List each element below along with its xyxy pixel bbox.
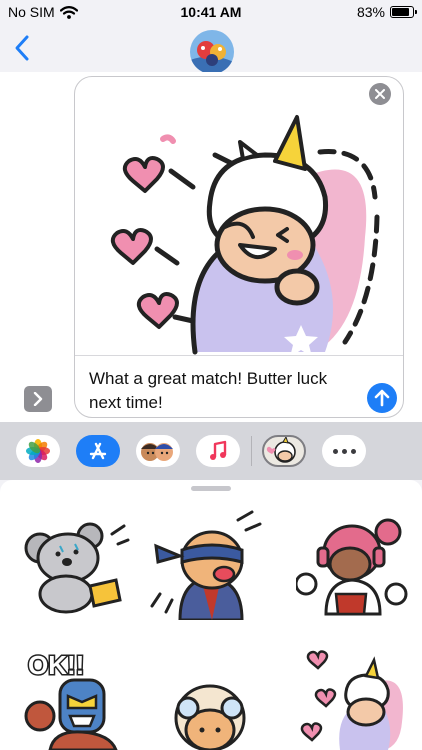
- message-area: What a great match! Butter luck next tim…: [0, 72, 422, 422]
- sticker-drawer: OK!!: [0, 480, 422, 750]
- battery-icon: [390, 6, 417, 18]
- chevron-left-icon[interactable]: [12, 34, 32, 62]
- app-strip: [0, 422, 422, 480]
- strip-separator: [251, 436, 252, 466]
- conversation-header: [0, 26, 422, 74]
- masked-bandit-sticker[interactable]: [150, 510, 270, 620]
- message-input[interactable]: What a great match! Butter luck next tim…: [89, 367, 344, 415]
- unicorn-hearts-sticker[interactable]: [296, 642, 412, 750]
- app-store-a-icon: [89, 442, 107, 460]
- close-icon: [375, 89, 385, 99]
- ellipsis-icon: [332, 448, 356, 454]
- avatar-illustration: [190, 30, 234, 74]
- battery-group: 83%: [356, 4, 417, 20]
- music-note-icon: [210, 440, 227, 460]
- music-icon[interactable]: [196, 435, 240, 467]
- ok-wrestler-sticker[interactable]: OK!!: [20, 646, 130, 750]
- memoji-icon[interactable]: [136, 435, 180, 467]
- battery-fill: [392, 8, 409, 16]
- drawer-grabber[interactable]: [191, 486, 231, 491]
- unicorn-hood-sticker: [110, 115, 380, 355]
- headphones-girl-sticker[interactable]: [296, 514, 408, 618]
- svg-text:OK!!: OK!!: [28, 650, 84, 680]
- expand-apps-button[interactable]: [24, 386, 52, 412]
- goggles-kid-sticker[interactable]: [160, 678, 260, 750]
- sticker-pack-thumbnail-icon: [266, 437, 296, 463]
- memoji-faces-icon: [141, 443, 173, 461]
- battery-percent: 83%: [356, 4, 385, 20]
- photos-app-icon[interactable]: [16, 435, 60, 467]
- remove-attachment-button[interactable]: [369, 83, 391, 105]
- status-bar: No SIM 10:41 AM 83%: [0, 0, 422, 26]
- chevron-right-icon: [33, 392, 43, 406]
- more-icon[interactable]: [322, 435, 366, 467]
- compose-field[interactable]: What a great match! Butter luck next tim…: [74, 76, 404, 418]
- compose-divider: [75, 355, 403, 356]
- arrow-up-icon: [374, 389, 390, 407]
- app-store-icon[interactable]: [76, 435, 120, 467]
- send-button[interactable]: [367, 383, 397, 413]
- contact-avatar[interactable]: [190, 30, 234, 74]
- koala-sticker[interactable]: [20, 516, 130, 616]
- photos-flower-icon: [26, 439, 50, 463]
- brawl-stickers-icon[interactable]: [262, 435, 306, 467]
